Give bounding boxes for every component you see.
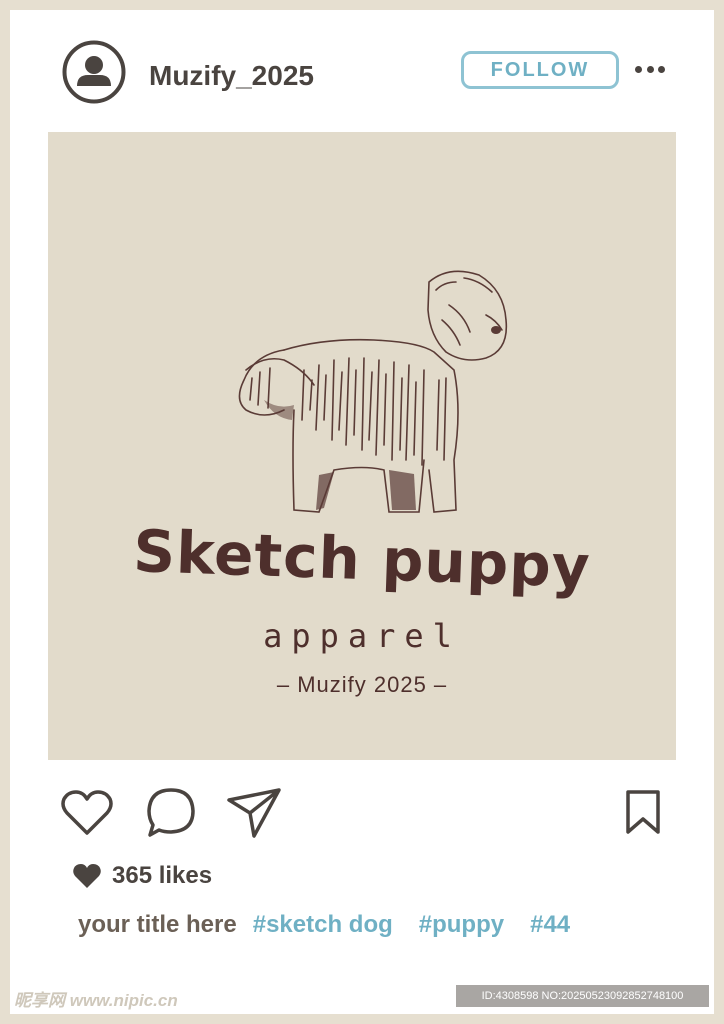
- brand-tagline: – Muzify 2025 –: [276, 672, 448, 697]
- caption-title: your title here: [78, 911, 237, 938]
- likes-row: 365 likes: [72, 862, 212, 890]
- hashtag-link[interactable]: #puppy: [419, 911, 504, 939]
- user-avatar-icon: [62, 40, 126, 104]
- watermark-id: ID:4308598 NO:20250523092852748100: [456, 985, 709, 1007]
- likes-count[interactable]: 365 likes: [112, 862, 212, 890]
- comment-bubble-icon[interactable]: [146, 787, 196, 839]
- more-dots-icon[interactable]: [635, 62, 665, 76]
- username[interactable]: Muzify_2025: [149, 60, 314, 92]
- hashtag-link[interactable]: #sketch dog: [253, 911, 393, 939]
- caption: your title here #sketch dog #puppy #44: [78, 911, 596, 939]
- bookmark-icon[interactable]: [624, 789, 662, 835]
- dog-sketch-illustration: [238, 270, 508, 513]
- heart-outline-icon[interactable]: [60, 789, 114, 837]
- brand-subtitle: apparel: [263, 617, 461, 655]
- brand-title: Sketch puppy: [132, 517, 592, 601]
- post-image[interactable]: Sketch puppy apparel – Muzify 2025 –: [48, 132, 676, 760]
- avatar[interactable]: [62, 40, 126, 104]
- paper-plane-icon[interactable]: [226, 787, 282, 839]
- hashtag-link[interactable]: #44: [530, 911, 570, 939]
- post-card: Muzify_2025 FOLLOW Sketch puppy apparel …: [10, 10, 714, 1014]
- heart-filled-icon: [73, 864, 101, 888]
- watermark-logo: 昵享网 www.nipic.cn: [14, 991, 178, 1010]
- follow-button[interactable]: FOLLOW: [461, 51, 619, 89]
- action-bar: [10, 785, 714, 841]
